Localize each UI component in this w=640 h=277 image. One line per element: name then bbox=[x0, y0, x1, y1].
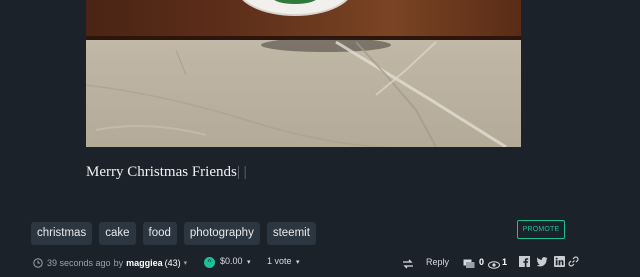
comments-icon[interactable] bbox=[463, 257, 475, 271]
reblog-icon[interactable] bbox=[402, 257, 414, 271]
author-reputation: (43) bbox=[164, 258, 181, 268]
tag-cake[interactable]: cake bbox=[99, 222, 136, 245]
image-floor-cracks bbox=[86, 40, 507, 147]
facebook-icon[interactable] bbox=[519, 256, 530, 267]
post-body-text: Merry Christmas Friends bbox=[86, 164, 237, 180]
view-count: 1 bbox=[502, 257, 508, 267]
payout[interactable]: $0.00 ▾ bbox=[220, 256, 251, 266]
payout-dropdown-icon: ▾ bbox=[247, 259, 251, 266]
tag-food[interactable]: food bbox=[142, 222, 177, 245]
linkedin-icon[interactable] bbox=[554, 256, 565, 267]
promote-button[interactable]: PROMOTE bbox=[517, 220, 565, 239]
eye-icon bbox=[488, 261, 500, 269]
post-meta: 39 seconds ago by maggiea (43) ▾ bbox=[33, 256, 187, 270]
tag-christmas[interactable]: christmas bbox=[31, 222, 93, 245]
upvote-icon[interactable]: ^ bbox=[204, 257, 215, 268]
by-label: by bbox=[113, 258, 124, 268]
vote-count-label: 1 vote bbox=[267, 256, 292, 266]
post-timestamp[interactable]: 39 seconds ago bbox=[47, 258, 111, 268]
tag-list: christmas cake food photography steemit bbox=[31, 222, 316, 245]
tag-steemit[interactable]: steemit bbox=[266, 222, 316, 245]
post-body: Merry Christmas Friends| | bbox=[86, 164, 247, 181]
vote-count[interactable]: 1 vote ▾ bbox=[267, 256, 300, 266]
post-body-suffix: | | bbox=[236, 164, 247, 180]
tag-photography[interactable]: photography bbox=[183, 222, 260, 245]
author-dropdown-icon[interactable]: ▾ bbox=[184, 259, 188, 267]
payout-value: $0.00 bbox=[220, 256, 243, 266]
twitter-icon[interactable] bbox=[537, 256, 548, 267]
link-icon[interactable] bbox=[568, 256, 579, 267]
comment-count: 0 bbox=[479, 257, 485, 267]
reply-link[interactable]: Reply bbox=[426, 255, 449, 269]
post-image bbox=[86, 0, 521, 147]
author-link[interactable]: maggiea bbox=[126, 258, 163, 268]
votes-dropdown-icon: ▾ bbox=[296, 259, 300, 266]
clock-icon bbox=[33, 258, 43, 268]
